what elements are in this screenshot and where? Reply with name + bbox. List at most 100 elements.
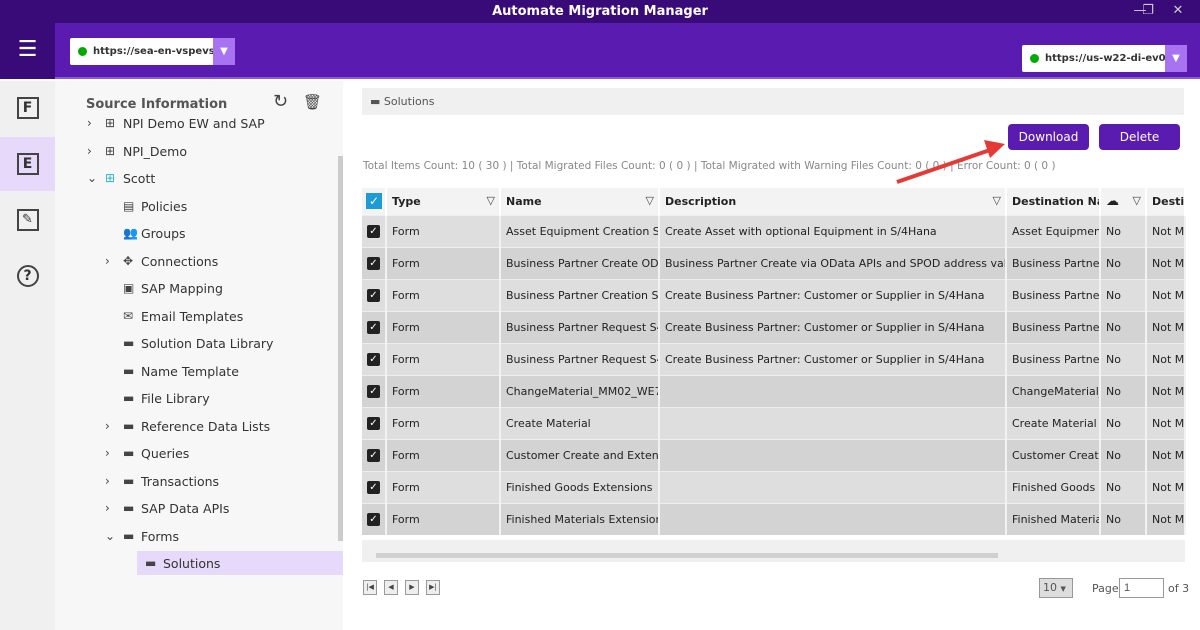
source-tree-panel: Source Information ↻ 🗑 › ⊞ NPI Demo EW and… bbox=[55, 81, 343, 630]
row-checkbox[interactable]: ✓ bbox=[367, 225, 380, 238]
refresh-icon[interactable]: ↻ bbox=[273, 91, 288, 112]
tree-item[interactable]: ▬ Name Template bbox=[105, 359, 239, 383]
restore-button[interactable]: ❐ bbox=[1133, 0, 1163, 23]
chevron-icon[interactable]: › bbox=[105, 254, 123, 268]
rail-item-help[interactable]: ? bbox=[0, 249, 55, 303]
table-row[interactable]: ✓ Form Customer Create and Extend Customer … bbox=[362, 438, 1186, 471]
horizontal-scrollbar[interactable] bbox=[376, 553, 998, 558]
row-checkbox[interactable]: ✓ bbox=[367, 321, 380, 334]
filter-icon[interactable]: ▽ bbox=[1133, 194, 1141, 207]
tree-scrollbar[interactable] bbox=[338, 156, 343, 541]
row-checkbox[interactable]: ✓ bbox=[367, 257, 380, 270]
chevron-down-icon[interactable]: ▼ bbox=[1165, 45, 1187, 72]
chevron-icon[interactable]: ⌄ bbox=[105, 529, 123, 543]
edit-icon: ✎ bbox=[16, 209, 39, 231]
chevron-icon[interactable]: › bbox=[105, 446, 123, 460]
chevron-down-icon[interactable]: ▼ bbox=[213, 38, 235, 65]
filter-icon[interactable]: ▽ bbox=[646, 194, 654, 207]
table-cell bbox=[659, 470, 1007, 503]
tree-item[interactable]: ⌄ ▬ Forms bbox=[105, 524, 179, 548]
select-all-checkbox[interactable]: ✓ bbox=[366, 193, 382, 210]
tree-item[interactable]: ▬ Solution Data Library bbox=[105, 331, 273, 355]
table-cell: Form bbox=[386, 278, 501, 311]
chevron-icon[interactable]: › bbox=[87, 116, 105, 130]
tree-item[interactable]: ⌄ ⊞ Scott bbox=[87, 166, 155, 190]
chevron-icon[interactable]: › bbox=[105, 419, 123, 433]
tree-item[interactable]: ▣ SAP Mapping bbox=[105, 276, 223, 300]
column-type[interactable]: Type ▽ bbox=[386, 188, 501, 215]
destination-url: https://us-w22-di-ev001.... bbox=[1045, 53, 1165, 64]
close-button[interactable]: ✕ bbox=[1163, 0, 1193, 23]
tree-item[interactable]: › ▬ Transactions bbox=[105, 469, 219, 493]
row-checkbox[interactable]: ✓ bbox=[367, 289, 380, 302]
table-cell: Customer Create and Extend bbox=[500, 438, 660, 471]
tree-item[interactable]: › ▬ Reference Data Lists bbox=[105, 414, 270, 438]
destination-connection-select[interactable]: https://us-w22-di-ev001.... ▼ bbox=[1022, 45, 1187, 72]
column-destination-status[interactable]: Destin bbox=[1146, 188, 1186, 215]
last-page-button[interactable]: ▶| bbox=[426, 580, 440, 595]
tree-item[interactable]: › ▬ Queries bbox=[105, 441, 189, 465]
tree-item[interactable]: › ▬ SAP Data APIs bbox=[105, 496, 229, 520]
prev-page-button[interactable]: ◀ bbox=[384, 580, 398, 595]
hamburger-menu-icon[interactable]: ☰ bbox=[0, 23, 55, 79]
column-name[interactable]: Name ▽ bbox=[500, 188, 660, 215]
chevron-icon[interactable]: › bbox=[105, 501, 123, 515]
table-row[interactable]: ✓ Form Create Material Create Material No Not… bbox=[362, 406, 1186, 439]
tree-item[interactable]: ▬ Solutions bbox=[137, 551, 343, 575]
filter-icon[interactable]: ▽ bbox=[993, 194, 1001, 207]
row-checkbox[interactable]: ✓ bbox=[367, 417, 380, 430]
table-row[interactable]: ✓ Form Business Partner Creation S4 Create … bbox=[362, 278, 1186, 311]
table-cell: ChangeMaterial_M bbox=[1006, 374, 1101, 407]
table-cell: Create Material bbox=[500, 406, 660, 439]
table-row[interactable]: ✓ FormBusiness Partner Request S4 arCreat… bbox=[362, 310, 1186, 343]
tree-item[interactable]: › ⊞ NPI Demo EW and SAP bbox=[87, 111, 265, 135]
column-destination-name[interactable]: Destination Name bbox=[1006, 188, 1101, 215]
table-row[interactable]: ✓ Form Finished Goods Extensions Finished G… bbox=[362, 470, 1186, 503]
chevron-icon[interactable]: ⌄ bbox=[87, 171, 105, 185]
table-cell: No bbox=[1100, 502, 1147, 535]
tree-item-label: Forms bbox=[141, 528, 180, 544]
table-cell: Asset Equipment bbox=[1006, 214, 1101, 247]
table-cell: Business Partner I bbox=[1006, 342, 1101, 375]
row-checkbox[interactable]: ✓ bbox=[367, 385, 380, 398]
trash-icon[interactable]: 🗑 bbox=[303, 93, 322, 111]
table-row[interactable]: ✓ FormBusiness Partner Request S420Create… bbox=[362, 342, 1186, 375]
tree-item[interactable]: ▬ File Library bbox=[105, 386, 210, 410]
table-row[interactable]: ✓FormBusiness Partner Create ODataBusine… bbox=[362, 246, 1186, 279]
row-checkbox[interactable]: ✓ bbox=[367, 353, 380, 366]
table-cell: Form bbox=[386, 310, 501, 343]
nav-rail: F E ✎ ? bbox=[0, 81, 55, 630]
table-row[interactable]: ✓ Form Finished Materials Extension Finishe… bbox=[362, 502, 1186, 535]
status-dot-icon bbox=[1030, 54, 1039, 63]
column-description[interactable]: Description ▽ bbox=[659, 188, 1007, 215]
node-icon: ▬ bbox=[123, 419, 135, 433]
table-row[interactable]: ✓ Form ChangeMaterial_MM02_WE7 ChangeMateri… bbox=[362, 374, 1186, 407]
table-row[interactable]: ✓ Form Asset Equipment Creation S4 Create A… bbox=[362, 214, 1186, 247]
table-cell: ChangeMaterial_MM02_WE7 bbox=[500, 374, 660, 407]
node-icon: ▬ bbox=[123, 501, 135, 515]
chevron-icon[interactable]: › bbox=[87, 144, 105, 158]
tree-item[interactable]: ▤ Policies bbox=[105, 194, 187, 218]
source-connection-select[interactable]: https://sea-en-vspevs.sy... ▼ bbox=[70, 38, 235, 65]
chevron-icon[interactable]: › bbox=[105, 474, 123, 488]
column-cloud[interactable]: ☁ ▽ bbox=[1100, 188, 1147, 215]
tree-item[interactable]: 👥 Groups bbox=[105, 221, 186, 245]
page-input[interactable] bbox=[1119, 578, 1164, 598]
first-page-button[interactable]: |◀ bbox=[363, 580, 377, 595]
rail-item-edit[interactable]: ✎ bbox=[0, 193, 55, 247]
table-cell: Business Partner Request S4 ar bbox=[500, 310, 660, 343]
delete-button[interactable]: Delete bbox=[1099, 124, 1180, 150]
row-checkbox[interactable]: ✓ bbox=[367, 481, 380, 494]
row-checkbox[interactable]: ✓ bbox=[367, 449, 380, 462]
rail-item-e[interactable]: E bbox=[0, 137, 55, 191]
page-size-select[interactable]: 10 ▼ bbox=[1039, 578, 1073, 598]
filter-icon[interactable]: ▽ bbox=[487, 194, 495, 207]
rail-item-f[interactable]: F bbox=[0, 81, 55, 135]
next-page-button[interactable]: ▶ bbox=[405, 580, 419, 595]
table-scroll-area bbox=[362, 540, 1185, 562]
download-button[interactable]: Download bbox=[1008, 124, 1089, 150]
tree-item[interactable]: ✉ Email Templates bbox=[105, 304, 243, 328]
tree-item[interactable]: › ⊞ NPI_Demo bbox=[87, 139, 187, 163]
tree-item[interactable]: › ✥ Connections bbox=[105, 249, 218, 273]
row-checkbox[interactable]: ✓ bbox=[367, 513, 380, 527]
